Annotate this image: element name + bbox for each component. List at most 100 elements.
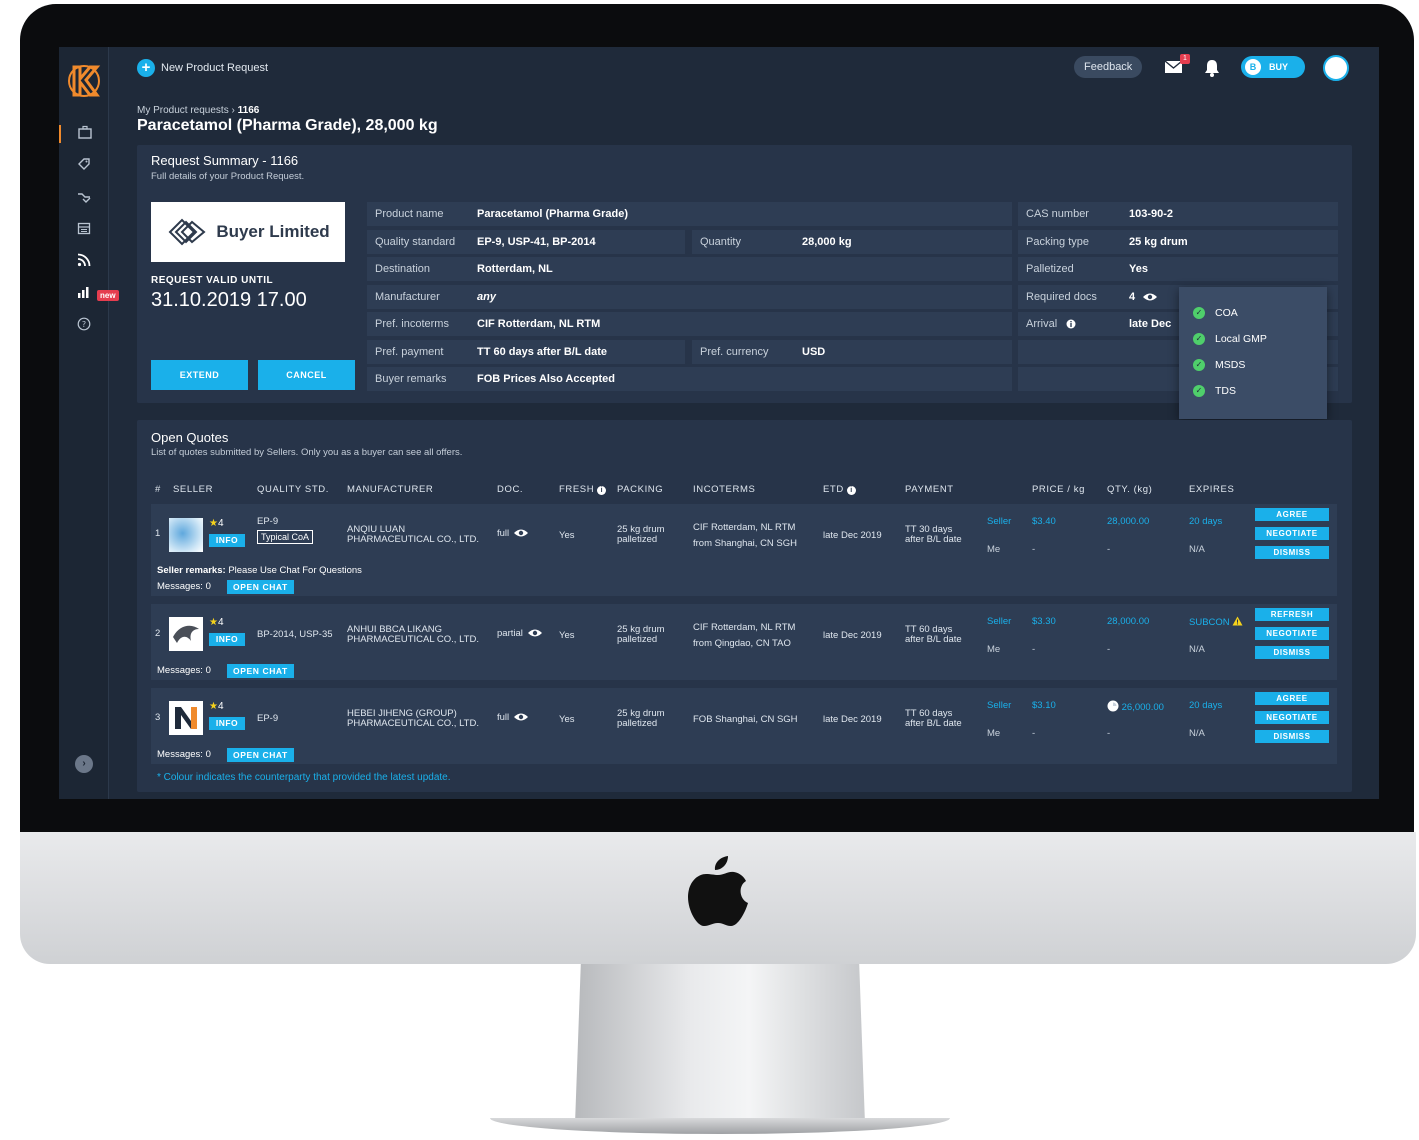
eye-icon — [514, 529, 529, 537]
qty-with-clock: 26,000.00 — [1107, 700, 1164, 714]
bell-icon[interactable] — [1204, 59, 1220, 77]
star-icon: ★ — [209, 518, 218, 529]
help-icon[interactable]: ? — [75, 317, 93, 335]
star-icon: ★ — [209, 617, 218, 628]
eye-icon — [514, 713, 529, 721]
field-product-name: Product name Paracetamol (Pharma Grade) — [367, 202, 1012, 226]
plus-icon: + — [137, 59, 155, 77]
negotiate-button[interactable]: NEGOTIATE — [1255, 711, 1329, 724]
seller-rating: ★4 — [209, 617, 224, 628]
doc-availability[interactable]: full — [497, 712, 529, 724]
field-manufacturer: Manufacturer any — [367, 285, 1012, 309]
buy-toggle-label: BUY — [1269, 62, 1289, 72]
dismiss-button[interactable]: DISMISS — [1255, 546, 1329, 559]
field-cas-number: CAS number 103-90-2 — [1018, 202, 1338, 226]
star-icon: ★ — [209, 701, 218, 712]
request-summary-panel: Request Summary - 1166 Full details of y… — [137, 145, 1352, 403]
dismiss-button[interactable]: DISMISS — [1255, 730, 1329, 743]
open-chat-button[interactable]: OPEN CHAT — [227, 580, 294, 594]
breadcrumb-parent[interactable]: My Product requests — [137, 105, 229, 116]
doc-availability[interactable]: partial — [497, 628, 543, 640]
doc-item: ✓ Local GMP — [1193, 333, 1267, 345]
field-buyer-remarks: Buyer remarks FOB Prices Also Accepted — [367, 367, 1012, 391]
breadcrumb: My Product requests › 1166 — [137, 105, 259, 116]
buy-toggle-knob: B — [1245, 59, 1261, 75]
new-product-request-label: New Product Request — [161, 62, 268, 74]
seller-logo[interactable] — [169, 617, 203, 651]
eye-icon[interactable] — [1142, 292, 1158, 302]
field-pref-payment: Pref. payment TT 60 days after B/L date — [367, 340, 685, 364]
col-header-seller[interactable]: SELLER — [173, 484, 213, 495]
open-chat-button[interactable]: OPEN CHAT — [227, 664, 294, 678]
table-row: 3 ★4 INFO EP-9 HEBEI JIHENG (GROUP) PHAR… — [151, 688, 1337, 764]
table-row: 1 ★4 INFO EP-9 Typical CoA ANQIU LUAN PH… — [151, 504, 1337, 596]
col-header-expires[interactable]: EXPIRES — [1189, 484, 1234, 495]
rss-icon[interactable] — [75, 253, 93, 271]
info-icon[interactable] — [1066, 319, 1076, 329]
col-header-quality[interactable]: QUALITY STD. — [257, 484, 329, 495]
info-icon: i — [597, 486, 607, 495]
check-icon: ✓ — [1193, 307, 1205, 319]
extend-button[interactable]: EXTEND — [151, 360, 248, 390]
open-chat-button[interactable]: OPEN CHAT — [227, 748, 294, 762]
feedback-button[interactable]: Feedback — [1074, 56, 1143, 78]
dismiss-button[interactable]: DISMISS — [1255, 646, 1329, 659]
refresh-button[interactable]: REFRESH — [1255, 608, 1329, 621]
col-header-manufacturer[interactable]: MANUFACTURER — [347, 484, 433, 495]
avatar[interactable] — [1323, 55, 1349, 81]
field-destination: Destination Rotterdam, NL — [367, 257, 1012, 281]
seller-logo[interactable] — [169, 701, 203, 735]
doc-item: ✓ TDS — [1193, 385, 1236, 397]
sidebar-expand-icon[interactable]: › — [75, 755, 93, 773]
summary-title: Request Summary - 1166 — [151, 153, 299, 168]
buy-sell-toggle[interactable]: B BUY — [1241, 56, 1305, 78]
col-header-incoterms[interactable]: INCOTERMS — [693, 484, 755, 495]
buyer-logo-icon — [168, 218, 206, 246]
doc-availability[interactable]: full — [497, 528, 529, 540]
field-quantity: Quantity 28,000 kg — [692, 230, 1012, 254]
col-header-doc[interactable]: DOC. — [497, 484, 523, 495]
calendar-icon[interactable] — [75, 221, 93, 239]
col-header-etd[interactable]: ETD i — [823, 484, 857, 495]
field-pref-currency: Pref. currency USD — [692, 340, 1012, 364]
messages-count: Messages: 0 — [157, 749, 211, 760]
k-logo-icon[interactable] — [66, 63, 102, 99]
cancel-button[interactable]: CANCEL — [258, 360, 355, 390]
summary-subtitle: Full details of your Product Request. — [151, 171, 305, 182]
monitor-stand-foot — [490, 1118, 950, 1134]
col-header-price[interactable]: PRICE / kg — [1032, 484, 1085, 495]
col-header-qty[interactable]: QTY. (kg) — [1107, 484, 1152, 495]
field-pref-incoterms: Pref. incoterms CIF Rotterdam, NL RTM — [367, 312, 1012, 336]
agree-button[interactable]: AGREE — [1255, 692, 1329, 705]
handshake-icon[interactable] — [75, 189, 93, 207]
col-header-packing[interactable]: PACKING — [617, 484, 663, 495]
warning-icon — [1232, 616, 1243, 626]
col-header-payment[interactable]: PAYMENT — [905, 484, 954, 495]
negotiate-button[interactable]: NEGOTIATE — [1255, 627, 1329, 640]
seller-info-button[interactable]: INFO — [209, 633, 245, 646]
sidebar: new ? › — [59, 47, 119, 799]
messages-count: Messages: 0 — [157, 665, 211, 676]
check-icon: ✓ — [1193, 333, 1205, 345]
clock-icon — [1107, 700, 1119, 712]
seller-info-button[interactable]: INFO — [209, 717, 245, 730]
col-header-num: # — [155, 484, 161, 495]
typical-coa-tag[interactable]: Typical CoA — [257, 530, 314, 544]
chart-icon[interactable] — [75, 285, 93, 303]
field-packing-type: Packing type 25 kg drum — [1018, 230, 1338, 254]
colour-footnote: * Colour indicates the counterparty that… — [157, 772, 451, 783]
negotiate-button[interactable]: NEGOTIATE — [1255, 527, 1329, 540]
col-header-fresh[interactable]: FRESH i — [559, 484, 607, 495]
doc-item: ✓ COA — [1193, 307, 1238, 319]
eye-icon — [527, 629, 542, 637]
briefcase-icon[interactable] — [59, 125, 93, 143]
seller-remarks: Seller remarks: Please Use Chat For Ques… — [157, 565, 362, 576]
check-icon: ✓ — [1193, 385, 1205, 397]
new-product-request-button[interactable]: + New Product Request — [137, 59, 268, 77]
open-quotes-panel: Open Quotes List of quotes submitted by … — [137, 420, 1352, 792]
seller-logo[interactable] — [169, 518, 203, 552]
new-badge: new — [97, 290, 119, 301]
seller-info-button[interactable]: INFO — [209, 534, 245, 547]
tag-icon[interactable] — [75, 157, 93, 175]
agree-button[interactable]: AGREE — [1255, 508, 1329, 521]
